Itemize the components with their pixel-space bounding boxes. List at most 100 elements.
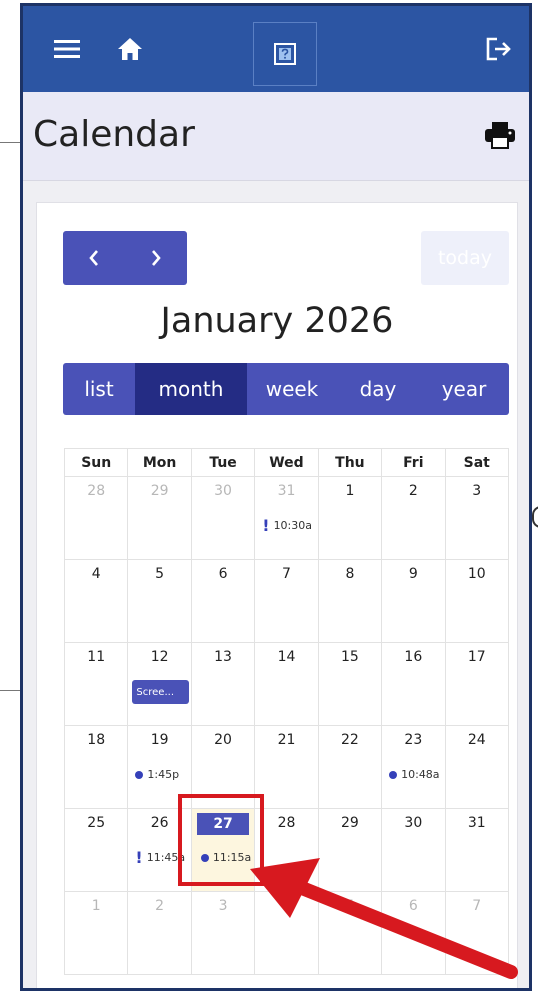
- day-number[interactable]: 12: [128, 649, 190, 665]
- day-cell[interactable]: 20: [192, 726, 256, 808]
- event-item[interactable]: 11:15a: [200, 851, 251, 864]
- home-icon[interactable]: [113, 32, 147, 66]
- day-number[interactable]: 31: [446, 815, 508, 831]
- day-number[interactable]: 16: [382, 649, 444, 665]
- day-number[interactable]: 30: [382, 815, 444, 831]
- day-cell[interactable]: 6: [192, 560, 256, 642]
- day-cell[interactable]: 3: [192, 892, 256, 974]
- day-cell[interactable]: 3: [446, 477, 509, 559]
- day-cell[interactable]: 1: [319, 477, 383, 559]
- day-cell[interactable]: 17: [446, 643, 509, 725]
- day-cell[interactable]: 5: [319, 892, 383, 974]
- day-cell[interactable]: 29: [128, 477, 192, 559]
- day-number[interactable]: 19: [128, 732, 190, 748]
- day-cell[interactable]: 22: [319, 726, 383, 808]
- day-number[interactable]: 8: [319, 566, 381, 582]
- day-cell[interactable]: 9: [382, 560, 446, 642]
- day-number[interactable]: 14: [255, 649, 317, 665]
- day-cell[interactable]: 2: [128, 892, 192, 974]
- event-block[interactable]: Scree...: [132, 680, 190, 704]
- day-cell[interactable]: 31 ! 10:30a: [255, 477, 319, 559]
- day-number[interactable]: 7: [255, 566, 317, 582]
- day-cell[interactable]: 28: [65, 477, 129, 559]
- day-cell-today[interactable]: 27 11:15a: [191, 809, 256, 891]
- day-number[interactable]: 17: [446, 649, 508, 665]
- day-number[interactable]: 5: [128, 566, 190, 582]
- event-item[interactable]: ! 10:30a: [262, 517, 312, 533]
- day-number[interactable]: 6: [382, 898, 444, 914]
- logout-icon[interactable]: [482, 32, 516, 66]
- day-number[interactable]: 18: [65, 732, 127, 748]
- day-cell[interactable]: 7: [446, 892, 509, 974]
- day-number[interactable]: 6: [192, 566, 254, 582]
- day-number[interactable]: 25: [65, 815, 127, 831]
- day-number[interactable]: 13: [192, 649, 254, 665]
- day-number[interactable]: 5: [319, 898, 381, 914]
- day-number[interactable]: 4: [65, 566, 127, 582]
- day-cell[interactable]: 5: [128, 560, 192, 642]
- day-cell[interactable]: 15: [319, 643, 383, 725]
- day-cell[interactable]: 31: [446, 809, 509, 891]
- day-number[interactable]: 28: [255, 815, 317, 831]
- day-number[interactable]: 26: [128, 815, 190, 831]
- day-cell[interactable]: 29: [319, 809, 383, 891]
- day-cell[interactable]: 14: [255, 643, 319, 725]
- next-month-button[interactable]: [125, 231, 187, 285]
- day-number[interactable]: 2: [128, 898, 190, 914]
- day-cell[interactable]: 21: [255, 726, 319, 808]
- view-tab-year[interactable]: year: [419, 363, 509, 415]
- day-cell[interactable]: 1: [65, 892, 129, 974]
- day-cell[interactable]: 19 1:45p: [128, 726, 192, 808]
- day-number[interactable]: 11: [65, 649, 127, 665]
- day-number[interactable]: 1: [65, 898, 127, 914]
- day-cell[interactable]: 25: [65, 809, 129, 891]
- day-number[interactable]: 2: [382, 483, 444, 499]
- day-number[interactable]: 7: [446, 898, 508, 914]
- day-cell[interactable]: 10: [446, 560, 509, 642]
- help-icon[interactable]: [253, 22, 317, 86]
- day-number[interactable]: 29: [319, 815, 381, 831]
- day-number[interactable]: 24: [446, 732, 508, 748]
- event-item[interactable]: ! 11:45a: [135, 849, 185, 865]
- day-cell[interactable]: 30: [192, 477, 256, 559]
- day-number[interactable]: 4: [255, 898, 317, 914]
- day-cell[interactable]: 8: [319, 560, 383, 642]
- day-number[interactable]: 29: [128, 483, 190, 499]
- today-button[interactable]: today: [421, 231, 509, 285]
- day-number[interactable]: 31: [255, 483, 317, 499]
- day-number[interactable]: 1: [319, 483, 381, 499]
- day-number[interactable]: 3: [192, 898, 254, 914]
- day-number[interactable]: 9: [382, 566, 444, 582]
- day-number[interactable]: 22: [319, 732, 381, 748]
- day-number[interactable]: 30: [192, 483, 254, 499]
- day-number[interactable]: 23: [382, 732, 444, 748]
- day-number[interactable]: 21: [255, 732, 317, 748]
- day-cell[interactable]: 30: [382, 809, 446, 891]
- day-cell[interactable]: 24: [446, 726, 509, 808]
- view-tab-list[interactable]: list: [63, 363, 135, 415]
- day-number[interactable]: 10: [446, 566, 508, 582]
- event-item[interactable]: 1:45p: [135, 768, 179, 781]
- day-number[interactable]: 15: [319, 649, 381, 665]
- hamburger-icon[interactable]: [50, 32, 84, 66]
- prev-month-button[interactable]: [63, 231, 125, 285]
- day-cell[interactable]: 26 ! 11:45a: [128, 809, 192, 891]
- day-cell[interactable]: 2: [382, 477, 446, 559]
- day-cell[interactable]: 6: [382, 892, 446, 974]
- view-tab-month[interactable]: month: [135, 363, 247, 415]
- day-cell[interactable]: 13: [192, 643, 256, 725]
- day-cell[interactable]: 18: [65, 726, 129, 808]
- day-cell[interactable]: 16: [382, 643, 446, 725]
- view-tab-week[interactable]: week: [247, 363, 337, 415]
- day-number[interactable]: 28: [65, 483, 127, 499]
- day-number[interactable]: 27: [196, 813, 250, 835]
- day-cell[interactable]: 11: [65, 643, 129, 725]
- day-number[interactable]: 3: [446, 483, 508, 499]
- view-tab-day[interactable]: day: [337, 363, 419, 415]
- printer-icon[interactable]: [483, 120, 517, 150]
- day-cell[interactable]: 23 10:48a: [382, 726, 446, 808]
- day-cell[interactable]: 7: [255, 560, 319, 642]
- day-cell[interactable]: 12 Scree...: [128, 643, 192, 725]
- day-number[interactable]: 20: [192, 732, 254, 748]
- day-cell[interactable]: 28: [255, 809, 319, 891]
